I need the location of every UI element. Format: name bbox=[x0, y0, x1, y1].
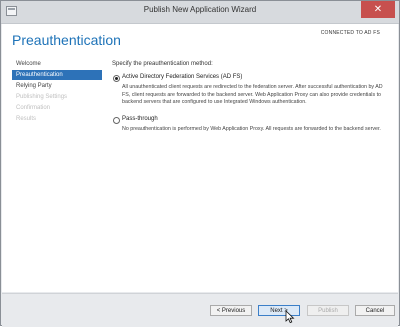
step-preauthentication[interactable]: Preauthentication bbox=[12, 70, 102, 80]
mouse-cursor-icon bbox=[285, 310, 295, 324]
pass-through-radio[interactable] bbox=[113, 116, 120, 124]
main-panel: Specify the preauthentication method: Ac… bbox=[112, 61, 383, 133]
cancel-button[interactable]: Cancel bbox=[355, 305, 395, 316]
step-confirmation: Confirmation bbox=[16, 105, 51, 111]
option-pass-through[interactable]: Pass-through bbox=[112, 116, 382, 126]
wizard-content: Preauthentication CONNECTED TO AD FS Wel… bbox=[2, 24, 398, 292]
step-welcome[interactable]: Welcome bbox=[12, 59, 102, 69]
page-title: Preauthentication bbox=[12, 32, 121, 48]
title-bar[interactable]: Publish New Application Wizard ✕ bbox=[1, 1, 399, 24]
close-button[interactable]: ✕ bbox=[361, 1, 395, 18]
step-results: Results bbox=[16, 116, 37, 122]
previous-button[interactable]: < Previous bbox=[210, 305, 252, 316]
step-publishing-settings: Publishing Settings bbox=[16, 94, 68, 100]
pass-through-label[interactable]: Pass-through bbox=[122, 116, 158, 122]
adfs-description: All unauthenticated client requests are … bbox=[122, 84, 383, 106]
wizard-window: Publish New Application Wizard ✕ Preauth… bbox=[0, 0, 400, 327]
close-icon: ✕ bbox=[373, 4, 383, 15]
method-prompt: Specify the preauthentication method: bbox=[112, 61, 213, 67]
adfs-label[interactable]: Active Directory Federation Services (AD… bbox=[122, 74, 242, 80]
server-status: CONNECTED TO AD FS bbox=[320, 30, 380, 36]
adfs-radio[interactable] bbox=[113, 75, 120, 82]
wizard-steps: Welcome Preauthentication Relying Party … bbox=[12, 59, 102, 125]
option-adfs[interactable]: Active Directory Federation Services (AD… bbox=[112, 74, 382, 84]
button-bar: < Previous Next > Publish Cancel bbox=[2, 293, 398, 327]
publish-button: Publish bbox=[307, 305, 349, 316]
pass-through-description: No preauthentication is performed by Web… bbox=[122, 125, 381, 132]
window-title: Publish New Application Wizard bbox=[143, 5, 257, 14]
step-relying-party[interactable]: Relying Party bbox=[12, 81, 102, 91]
